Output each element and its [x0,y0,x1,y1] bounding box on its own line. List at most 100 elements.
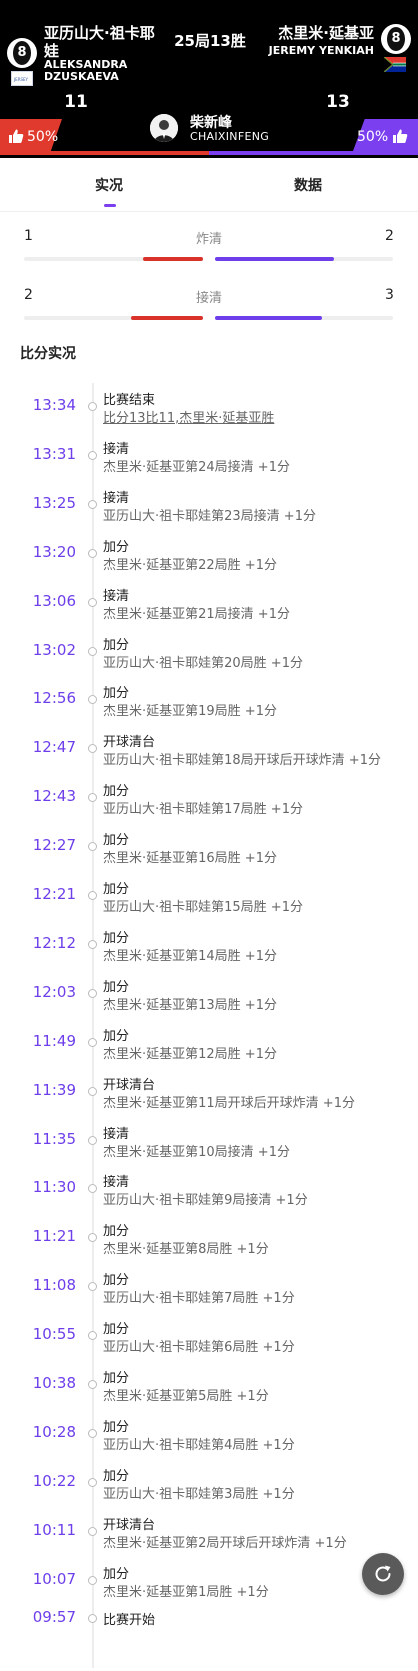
event-title: 加分 [103,1224,130,1239]
event-time: 10:11 [32,1521,76,1539]
timeline-dot [88,1184,97,1193]
timeline-event: 12:12 加分 杰里米·延基亚第14局胜 +1分 [0,919,418,965]
event-desc: 杰里米·延基亚第8局胜 +1分 [103,1242,269,1257]
event-time: 10:55 [32,1325,76,1343]
event-title: 加分 [103,1029,130,1044]
event-time: 10:22 [32,1472,76,1490]
refresh-button[interactable] [362,1553,404,1595]
event-desc: 杰里米·延基亚第1局胜 +1分 [103,1585,269,1600]
player-left-name[interactable]: 亚历山大·祖卡耶娃 [44,24,168,60]
timeline-dot [88,451,97,460]
refresh-icon [375,1565,391,1582]
event-time: 11:39 [32,1081,76,1099]
event-time: 13:06 [32,592,76,610]
section-title: 比分实况 [20,346,76,362]
referee-avatar [150,114,178,142]
player-left-score: 11 [64,92,88,112]
thumbs-up-icon[interactable] [392,128,408,144]
timeline-event: 10:22 加分 亚历山大·祖卡耶娃第3局胜 +1分 [0,1457,418,1503]
event-desc: 亚历山大·祖卡耶娃第23局接清 +1分 [103,509,316,524]
stat-fill-left [143,257,203,261]
event-title: 加分 [103,638,130,653]
event-title: 加分 [103,1567,130,1582]
player-right-score: 13 [326,92,350,112]
thumbs-up-icon[interactable] [8,128,24,144]
event-time: 11:35 [32,1130,76,1148]
stat-left-value: 1 [24,228,33,244]
event-title: 加分 [103,1273,130,1288]
stat-fill-right [215,257,334,261]
event-title: 加分 [103,1322,130,1337]
event-time: 13:31 [32,445,76,463]
event-time: 10:38 [32,1374,76,1392]
timeline-event: 11:35 接清 杰里米·延基亚第10局接清 +1分 [0,1115,418,1161]
stat-right-value: 3 [385,287,394,303]
event-desc: 杰里米·延基亚第14局胜 +1分 [103,949,277,964]
timeline-event: 12:43 加分 亚历山大·祖卡耶娃第17局胜 +1分 [0,772,418,818]
timeline-dot [88,1478,97,1487]
stat-left-value: 2 [24,287,33,303]
event-desc: 杰里米·延基亚第5局胜 +1分 [103,1389,269,1404]
event-time: 12:21 [32,885,76,903]
referee-name: 柴新峰 [190,115,232,131]
timeline-event: 10:55 加分 亚历山大·祖卡耶娃第6局胜 +1分 [0,1310,418,1356]
timeline-event: 13:02 加分亚历山大·祖卡耶娃第20局胜 +1分 [0,626,418,672]
player-right-name-en: JEREMY YENKIAH [268,44,374,57]
event-title: 开球清台 [103,1518,156,1533]
event-title: 加分 [103,540,130,555]
support-right-percent: 50% [357,129,389,145]
timeline-event: 12:03 加分 杰里米·延基亚第13局胜 +1分 [0,968,418,1014]
timeline-event: 13:31 接清杰里米·延基亚第24局接清 +1分 [0,430,418,476]
event-title: 加分 [103,1469,130,1484]
tab-active-indicator [104,204,116,207]
event-time: 11:49 [32,1032,76,1050]
timeline-event: 10:38 加分杰里米·延基亚第5局胜 +1分 [0,1359,418,1405]
event-desc: 杰里米·延基亚第13局胜 +1分 [103,998,277,1013]
stat-bar-left [24,316,203,320]
timeline-event: 13:34 比赛结束 比分13比11,杰里米·延基亚胜 [0,381,418,427]
event-time: 13:02 [32,641,76,659]
timeline-dot [88,744,97,753]
event-title: 加分 [103,1371,130,1386]
event-time: 12:27 [32,836,76,854]
timeline-dot [88,695,97,704]
tab-live[interactable]: 实况 [95,175,123,195]
event-title: 接清 [103,589,130,604]
timeline-dot [88,598,97,607]
timeline-event: 10:28 加分 亚历山大·祖卡耶娃第4局胜 +1分 [0,1408,418,1454]
event-title: 开球清台 [103,1078,156,1093]
event-title: 比赛结束 [103,393,156,408]
timeline-event: 13:20 加分 杰里米·延基亚第22局胜 +1分 [0,528,418,574]
timeline-dot [88,1038,97,1047]
player-right-name[interactable]: 杰里米·延基亚 [240,24,374,42]
event-title: 加分 [103,833,130,848]
tab-stats[interactable]: 数据 [294,175,322,195]
timeline-dot [88,1614,97,1623]
event-desc: 亚历山大·祖卡耶娃第15局胜 +1分 [103,900,303,915]
event-title: 比赛开始 [103,1613,156,1628]
event-desc: 亚历山大·祖卡耶娃第18局开球后开球炸清 +1分 [103,753,381,768]
event-time: 12:03 [32,983,76,1001]
timeline-event: 11:08 加分 亚历山大·祖卡耶娃第7局胜 +1分 [0,1261,418,1307]
event-title: 开球清台 [103,735,156,750]
eight-ball-icon: 8 [7,38,37,68]
event-time: 12:12 [32,934,76,952]
event-time: 12:43 [32,787,76,805]
event-desc: 亚历山大·祖卡耶娃第9局接清 +1分 [103,1193,308,1208]
timeline-event: 09:57 比赛开始 [0,1604,418,1650]
event-title: 接清 [103,442,130,457]
event-desc: 杰里米·延基亚第10局接清 +1分 [103,1145,290,1160]
timeline-event: 10:07 加分 杰里米·延基亚第1局胜 +1分 [0,1555,418,1601]
event-time: 11:08 [32,1276,76,1294]
event-time: 09:57 [32,1608,76,1626]
event-desc: 亚历山大·祖卡耶娃第20局胜 +1分 [103,656,303,671]
support-bar-left [0,151,209,155]
event-desc: 杰里米·延基亚第24局接清 +1分 [103,460,290,475]
event-time: 11:30 [32,1178,76,1196]
timeline-event: 10:11 开球清台 杰里米·延基亚第2局开球后开球炸清 +1分 [0,1506,418,1552]
event-title: 加分 [103,686,130,701]
event-result-link[interactable]: 比分13比11,杰里米·延基亚胜 [103,407,274,426]
stat-fill-right [215,316,322,320]
timeline-dot [88,842,97,851]
timeline-dot [88,1429,97,1438]
